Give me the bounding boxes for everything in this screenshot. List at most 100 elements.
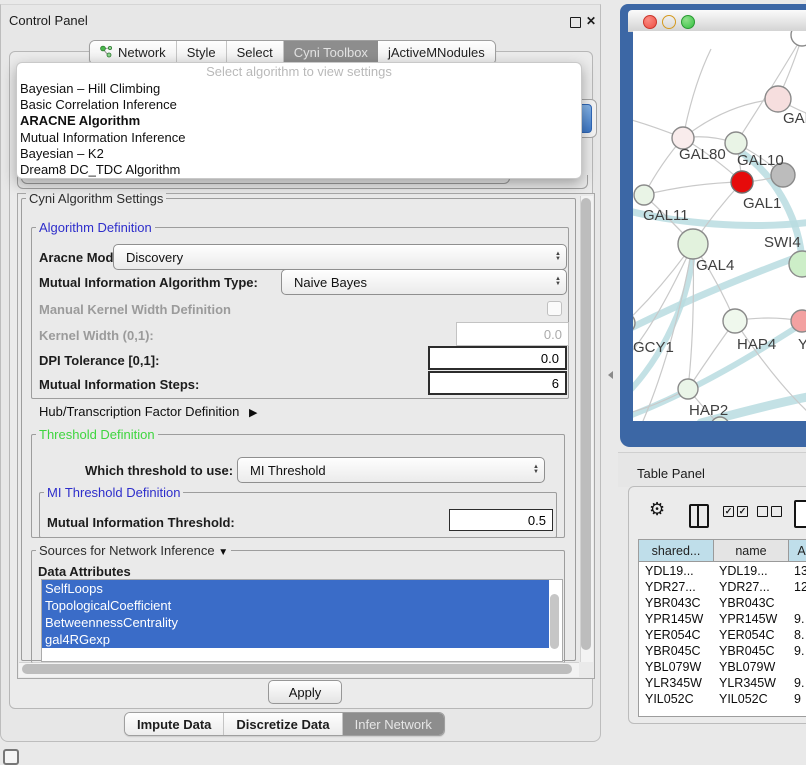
group-title: MI Threshold Definition — [44, 485, 183, 500]
close-icon[interactable]: ✕ — [586, 14, 596, 28]
node-label: HAP4 — [737, 336, 776, 353]
minimize-traffic-light-icon[interactable] — [662, 15, 676, 29]
network-graph-icon — [100, 45, 112, 61]
dropdown-item[interactable]: Basic Correlation Inference — [17, 97, 581, 113]
node-salmon[interactable] — [791, 310, 806, 332]
document-icon[interactable] — [794, 500, 806, 528]
list-item[interactable]: BetweennessCentrality — [42, 614, 549, 631]
sources-toggle[interactable]: Sources for Network Inference ▼ — [36, 543, 231, 558]
table-row[interactable]: YBL079WYBL079W — [639, 659, 806, 675]
node-label: GAL1 — [743, 195, 781, 212]
table-row[interactable]: YPR145WYPR145W9. — [639, 611, 806, 627]
tab-style[interactable]: Style — [177, 41, 227, 64]
dock-panel-icon[interactable] — [3, 749, 19, 765]
network-graph: GAL7 GAL80 GAL10 GAL1 GAL11 SWI4 GAL4 GC… — [633, 31, 806, 421]
aracne-mode-combo[interactable]: Discovery ▲▼ — [113, 244, 567, 270]
tab-cyni-toolbox[interactable]: Cyni Toolbox — [284, 41, 378, 64]
node-gal10[interactable] — [725, 132, 747, 154]
stepper-arrows-icon: ▲▼ — [555, 252, 561, 262]
dropdown-item[interactable]: Bayesian – K2 — [17, 146, 581, 162]
node-gal1[interactable] — [731, 171, 753, 193]
float-window-icon[interactable] — [570, 17, 581, 28]
node-gal7[interactable] — [765, 86, 791, 112]
close-traffic-light-icon[interactable] — [643, 15, 657, 29]
node-label: GAL7 — [783, 110, 806, 127]
tab-discretize-data[interactable]: Discretize Data — [224, 713, 342, 735]
which-threshold-label: Which threshold to use: — [85, 463, 233, 478]
list-item[interactable]: gal4RGexp — [42, 631, 549, 648]
tab-network[interactable]: Network — [90, 41, 177, 64]
list-item[interactable]: SelfLoops — [42, 580, 549, 597]
network-canvas[interactable]: GAL7 GAL80 GAL10 GAL1 GAL11 SWI4 GAL4 GC… — [633, 31, 806, 421]
expanded-arrow-icon: ▼ — [218, 547, 228, 558]
manual-kernel-checkbox[interactable] — [547, 301, 562, 316]
column-header[interactable]: A — [789, 540, 806, 562]
gear-icon[interactable]: ⚙ — [649, 499, 665, 520]
apply-button[interactable]: Apply — [268, 680, 342, 704]
column-header[interactable]: shared... — [639, 540, 714, 562]
node-table: shared... name A YDL19...YDL19...13 YDR2… — [638, 539, 806, 717]
vertical-scrollbar-thumb[interactable] — [581, 198, 591, 650]
mi-threshold-label: Mutual Information Threshold: — [47, 515, 235, 530]
node-hap2[interactable] — [678, 379, 698, 399]
mi-threshold-input[interactable]: 0.5 — [449, 509, 553, 531]
network-view-window: GAL7 GAL80 GAL10 GAL1 GAL11 SWI4 GAL4 GC… — [620, 4, 806, 447]
stepper-arrows-icon: ▲▼ — [533, 465, 539, 475]
node-label: GCY1 — [633, 339, 674, 356]
node-label: HAP2 — [689, 402, 728, 419]
control-panel-window: Control Panel ✕ Network Style Select Cyn… — [0, 4, 601, 742]
dropdown-item[interactable]: Bayesian – Hill Climbing — [17, 81, 581, 97]
hub-definition-toggle[interactable]: Hub/Transcription Factor Definition ▶ — [39, 404, 257, 419]
group-title: Threshold Definition — [36, 427, 158, 442]
table-row[interactable]: YBR045CYBR045C9. — [639, 643, 806, 659]
deselect-all-checkbox-icon[interactable] — [757, 506, 768, 517]
node-gal4[interactable] — [678, 229, 708, 259]
node-label: GAL4 — [696, 257, 734, 274]
node-swi4[interactable] — [789, 251, 806, 277]
kernel-width-label: Kernel Width (0,1): — [39, 328, 154, 343]
zoom-traffic-light-icon[interactable] — [681, 15, 695, 29]
tab-select[interactable]: Select — [227, 41, 284, 64]
node-label: GAL80 — [679, 146, 726, 163]
mi-steps-label: Mutual Information Steps: — [39, 377, 199, 392]
select-all-checkbox-icon[interactable]: ✓ — [723, 506, 734, 517]
select-all-checkbox-icon[interactable]: ✓ — [737, 506, 748, 517]
mi-steps-input[interactable]: 6 — [428, 371, 567, 395]
table-row[interactable]: YIL052CYIL052C9 — [639, 691, 806, 707]
mi-type-combo[interactable]: Naive Bayes ▲▼ — [281, 269, 567, 295]
panel-splitter-handle[interactable] — [608, 371, 613, 379]
list-item[interactable]: TopologicalCoefficient — [42, 597, 549, 614]
network-window-titlebar[interactable] — [628, 10, 806, 32]
table-row[interactable]: YDL19...YDL19...13 — [639, 563, 806, 579]
tab-jactivemnodules[interactable]: jActiveMNodules — [378, 41, 495, 64]
mi-type-label: Mutual Information Algorithm Type: — [39, 275, 258, 290]
tab-infer-network[interactable]: Infer Network — [343, 713, 444, 735]
column-layout-icon[interactable] — [689, 504, 709, 528]
node-hap4[interactable] — [723, 309, 747, 333]
dropdown-item[interactable]: Dream8 DC_TDC Algorithm — [17, 162, 581, 178]
tab-impute-data[interactable]: Impute Data — [125, 713, 224, 735]
node-label: GAL10 — [737, 152, 784, 169]
table-row[interactable]: YER054CYER054C8. — [639, 627, 806, 643]
horizontal-scrollbar-thumb[interactable] — [22, 664, 572, 674]
bottom-tabbar: Impute Data Discretize Data Infer Networ… — [124, 712, 445, 736]
table-row[interactable]: YDR27...YDR27...12 — [639, 579, 806, 595]
group-title: Cyni Algorithm Settings — [26, 191, 166, 206]
table-panel-window: ⚙ ✓ ✓ shared... name A YDL19...YDL19...1… — [628, 486, 806, 724]
collapsed-arrow-icon: ▶ — [249, 407, 257, 419]
deselect-all-checkbox-icon[interactable] — [771, 506, 782, 517]
column-header[interactable]: name — [714, 540, 789, 562]
dropdown-item-selected[interactable]: ARACNE Algorithm — [17, 113, 581, 129]
list-scrollbar-thumb[interactable] — [550, 594, 559, 649]
group-title: Algorithm Definition — [36, 220, 155, 235]
dpi-tolerance-label: DPI Tolerance [0,1]: — [39, 353, 159, 368]
table-row[interactable]: YBR043CYBR043C — [639, 595, 806, 611]
dpi-tolerance-input[interactable]: 0.0 — [428, 346, 567, 370]
dropdown-item[interactable]: Mutual Information Inference — [17, 130, 581, 146]
node-unlabeled[interactable] — [791, 31, 806, 46]
table-row[interactable]: YLR345WYLR345W9. — [639, 675, 806, 691]
node-gal11[interactable] — [634, 185, 654, 205]
which-threshold-combo[interactable]: MI Threshold ▲▼ — [237, 457, 545, 483]
node-label: Y — [798, 336, 806, 353]
kernel-width-input[interactable]: 0.0 — [456, 322, 569, 346]
